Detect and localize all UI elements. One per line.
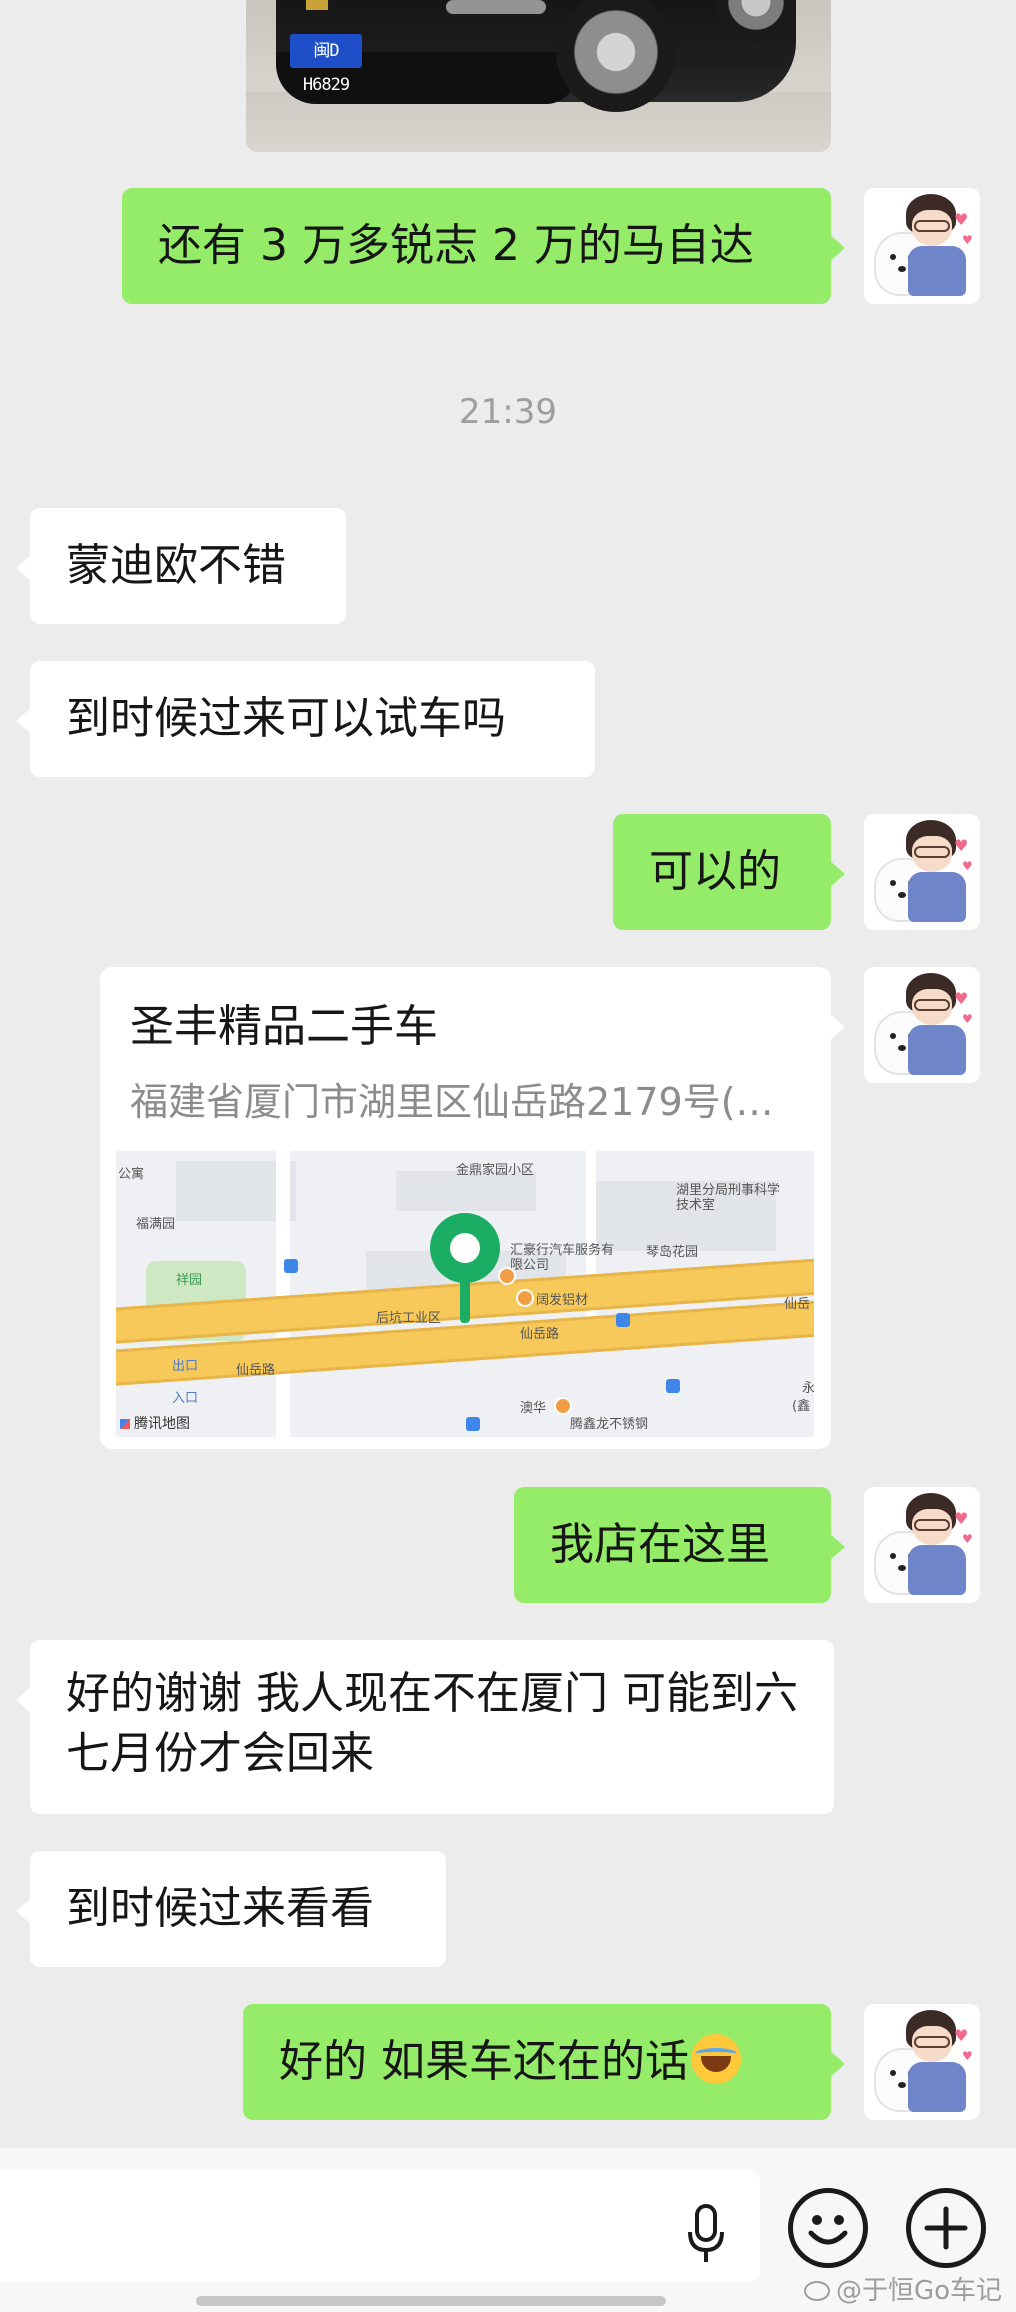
heart-icon: ♥ <box>962 1012 973 1026</box>
bus-stop-icon <box>284 1259 298 1273</box>
plus-icon <box>924 2206 968 2250</box>
car-headlight <box>446 0 546 14</box>
emoji-button[interactable] <box>788 2188 868 2268</box>
heart-icon: ♥ <box>954 2026 969 2045</box>
message-bubble-sent[interactable]: 我店在这里 <box>514 1487 845 1603</box>
message-text: 还有 3 万多锐志 2 万的马自达 <box>158 220 754 271</box>
bus-stop-icon <box>466 1417 480 1431</box>
poi-icon <box>498 1267 516 1285</box>
microphone-icon[interactable] <box>686 2204 726 2264</box>
my-avatar[interactable]: ♥ ♥ <box>864 814 980 930</box>
my-avatar[interactable]: ♥ ♥ <box>864 967 980 1083</box>
message-bubble-sent[interactable]: 好的 如果车还在的话 <box>243 2004 845 2120</box>
heart-icon: ♥ <box>954 210 969 229</box>
timestamp-separator: 21:39 <box>459 392 557 432</box>
location-name: 圣丰精品二手车 <box>130 1001 438 1052</box>
map-brand: 腾讯地图 <box>120 1413 190 1433</box>
message-bubble-sent[interactable]: 可以的 <box>613 814 845 930</box>
heart-icon: ♥ <box>954 836 969 855</box>
bus-stop-icon <box>666 1379 680 1393</box>
message-text: 蒙迪欧不错 <box>66 540 286 591</box>
message-text: 到时候过来可以试车吗 <box>66 693 506 744</box>
message-bubble-received[interactable]: 好的谢谢 我人现在不在厦门 可能到六七月份才会回来 <box>16 1640 834 1814</box>
location-address: 福建省厦门市湖里区仙岳路2179号(… <box>130 1080 774 1124</box>
bus-stop-icon <box>616 1313 630 1327</box>
heart-icon: ♥ <box>962 2049 973 2063</box>
heart-icon: ♥ <box>954 1509 969 1528</box>
crying-laughing-emoji-icon <box>691 2034 741 2084</box>
weibo-icon <box>803 2281 830 2301</box>
tencent-map-logo-icon <box>120 1419 130 1429</box>
home-indicator[interactable] <box>196 2296 666 2306</box>
message-bubble-sent[interactable]: 还有 3 万多锐志 2 万的马自达 <box>122 188 845 304</box>
heart-icon: ♥ <box>962 1532 973 1546</box>
watermark: @于恒Go车记 <box>803 2270 1002 2307</box>
heart-icon: ♥ <box>962 233 973 247</box>
message-text: 可以的 <box>649 846 781 897</box>
message-bubble-received[interactable]: 到时候过来看看 <box>16 1851 446 1967</box>
message-input[interactable] <box>0 2170 760 2282</box>
message-text: 好的 如果车还在的话 <box>279 2036 689 2087</box>
location-pin-icon <box>430 1213 500 1323</box>
poi-icon <box>516 1289 534 1307</box>
message-text: 到时候过来看看 <box>66 1883 374 1934</box>
heart-icon: ♥ <box>954 989 969 1008</box>
heart-icon: ♥ <box>962 859 973 873</box>
message-bubble-received[interactable]: 蒙迪欧不错 <box>16 508 346 624</box>
location-map[interactable]: 公寓 金鼎家园小区 福满园 祥园 后坑工业区 琴岛花园 湖里分局刑事科学技术室 … <box>116 1151 814 1437</box>
emoji-icon <box>808 2215 848 2245</box>
my-avatar[interactable]: ♥ ♥ <box>864 2004 980 2120</box>
car-photo-message[interactable]: 闽D H6829 <box>246 0 831 152</box>
car-logo <box>306 0 328 10</box>
more-options-button[interactable] <box>906 2188 986 2268</box>
car-license-plate: 闽D H6829 <box>290 34 362 95</box>
message-text: 我店在这里 <box>550 1519 770 1570</box>
my-avatar[interactable]: ♥ ♥ <box>864 188 980 304</box>
my-avatar[interactable]: ♥ ♥ <box>864 1487 980 1603</box>
message-bubble-received[interactable]: 到时候过来可以试车吗 <box>16 661 595 777</box>
poi-icon <box>554 1397 572 1415</box>
message-text: 好的谢谢 我人现在不在厦门 可能到六七月份才会回来 <box>66 1668 798 1779</box>
location-card[interactable]: 圣丰精品二手车 福建省厦门市湖里区仙岳路2179号(… 公寓 金鼎家园小区 福满… <box>100 967 845 1449</box>
